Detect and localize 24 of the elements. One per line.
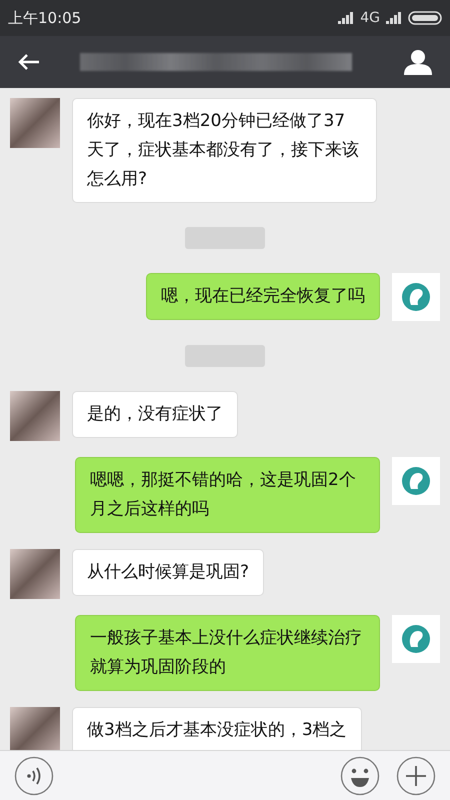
voice-icon[interactable] — [14, 756, 54, 796]
logo-avatar-icon[interactable] — [392, 457, 440, 505]
message-bubble: 嗯嗯，那挺不错的哈，这是巩固2个月之后这样的吗 — [75, 457, 380, 533]
signal-icon — [386, 12, 402, 24]
message-bubble: 是的，没有症状了 — [72, 391, 238, 438]
avatar-placeholder[interactable] — [10, 98, 60, 148]
emoji-icon[interactable] — [340, 756, 380, 796]
logo-avatar-icon[interactable] — [392, 615, 440, 663]
avatar-placeholder[interactable] — [10, 549, 60, 599]
plus-icon[interactable] — [396, 756, 436, 796]
back-arrow-icon[interactable] — [18, 53, 40, 71]
signal-icon — [338, 12, 354, 24]
message-bubble: 你好，现在3档20分钟已经做了37天了，症状基本都没有了，接下来该怎么用? — [72, 98, 377, 203]
message-bubble: 做3档之后才基本没症状的，3档之 — [72, 707, 362, 750]
battery-icon — [408, 11, 442, 25]
message-bubble: 从什么时候算是巩固? — [72, 549, 264, 596]
network-type: 4G — [360, 8, 380, 28]
avatar-placeholder[interactable] — [10, 707, 60, 750]
logo-avatar-icon[interactable] — [392, 273, 440, 321]
person-icon[interactable] — [404, 49, 432, 75]
avatar-placeholder[interactable] — [10, 391, 60, 441]
message-bubble: 嗯，现在已经完全恢复了吗 — [146, 273, 380, 320]
status-time: 上午10:05 — [8, 8, 82, 29]
message-bubble: 一般孩子基本上没什么症状继续治疗就算为巩固阶段的 — [75, 615, 380, 691]
